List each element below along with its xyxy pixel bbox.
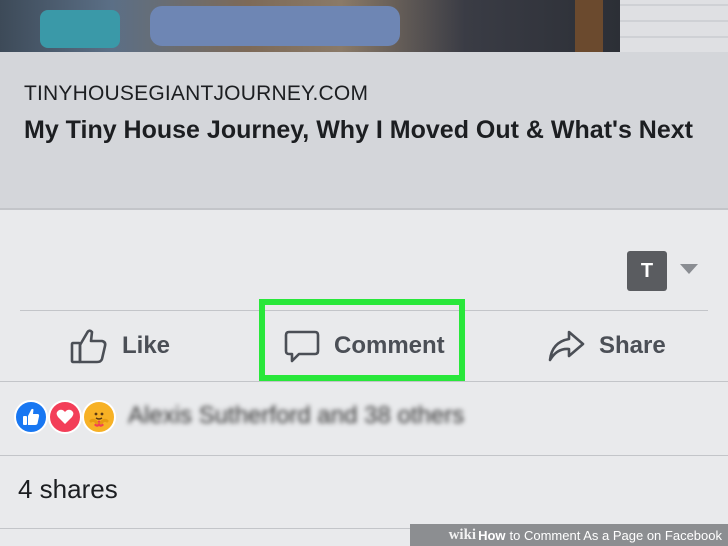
chevron-down-icon[interactable] <box>680 264 698 274</box>
watermark-title: to Comment As a Page on Facebook <box>509 527 722 543</box>
like-reaction-icon <box>14 400 48 434</box>
page-avatar[interactable]: T <box>627 251 667 291</box>
like-button[interactable]: Like <box>70 318 170 374</box>
link-preview-image[interactable] <box>0 0 728 52</box>
divider <box>0 455 728 456</box>
reaction-icons[interactable] <box>14 400 124 436</box>
link-title[interactable]: My Tiny House Journey, Why I Moved Out &… <box>24 112 704 148</box>
comment-highlight-box <box>259 299 465 381</box>
reaction-names-blurred[interactable]: Alexis Sutherford and 38 others <box>128 402 464 430</box>
thumbs-up-icon <box>70 327 108 365</box>
wikihow-watermark: wiki How to Comment As a Page on Faceboo… <box>410 524 728 546</box>
shares-count[interactable]: 4 shares <box>18 474 118 505</box>
watermark-how: How <box>478 527 506 543</box>
photo-wall <box>620 0 728 52</box>
like-label: Like <box>122 332 171 359</box>
photo-mug <box>40 10 120 48</box>
care-reaction-icon <box>82 400 116 434</box>
divider <box>0 381 728 382</box>
link-domain: TINYHOUSEGIANTJOURNEY.COM <box>24 82 369 105</box>
love-reaction-icon <box>48 400 82 434</box>
share-arrow-icon <box>547 329 585 363</box>
divider <box>0 208 728 210</box>
photo-wood-beam <box>575 0 603 52</box>
share-button[interactable]: Share <box>547 318 666 374</box>
share-label: Share <box>599 332 666 359</box>
photo-pillow <box>150 6 400 46</box>
watermark-brand: wiki <box>448 526 477 543</box>
link-preview-card[interactable]: TINYHOUSEGIANTJOURNEY.COM My Tiny House … <box>0 52 728 208</box>
